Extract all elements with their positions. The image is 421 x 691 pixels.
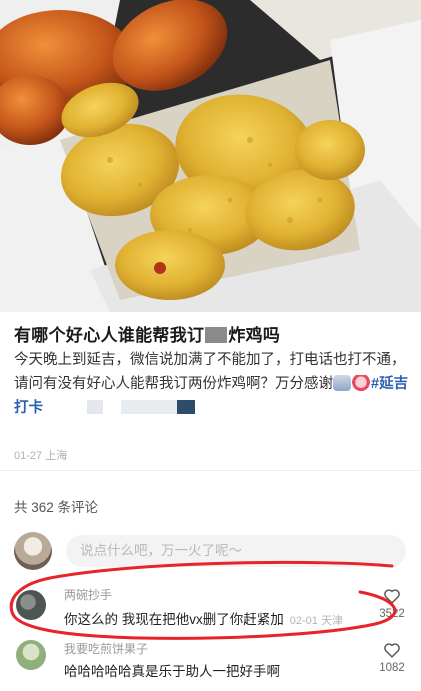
comment-avatar[interactable] [16,640,46,670]
comment-text: 哈哈哈哈哈真是乐于助人一把好手啊 [64,660,280,680]
post-date-location: 01-27 上海 [14,450,68,462]
post-title: 有哪个好心人谁能帮我订 炸鸡吗 [14,321,280,346]
emoji-icon [333,375,351,391]
comment-body: 哈哈哈哈哈真是乐于助人一把好手啊 [64,664,280,679]
comment-time: 02-01 天津 [289,615,343,627]
comment-input[interactable]: 说点什么吧，万一火了呢～ [66,535,406,567]
like-button[interactable]: 1082 [377,642,407,674]
redacted-mark [205,327,228,343]
emoji-icon [352,375,370,391]
blurred-region [177,400,195,414]
like-button[interactable]: 3522 [377,588,407,620]
post-body: 今天晚上到延吉，微信说加满了不能加了，打电话也打不通，请问有没有好心人能帮我订两… [14,348,409,420]
like-count: 1082 [379,662,405,674]
comment-username[interactable]: 两碗抄手 [64,586,112,603]
my-avatar [14,532,52,570]
comment-item: 我要吃煎饼果子 哈哈哈哈哈真是乐于助人一把好手啊 1082 [14,640,409,691]
comment-text: 你这么的 我现在把他vx删了你赶紧加 02-01 天津 [64,608,343,628]
blurred-region [121,400,177,414]
heart-outline-icon [384,589,400,604]
blurred-region [87,400,103,414]
post-photo[interactable] [0,0,421,312]
comment-count: 共 362 条评论 [14,500,99,515]
divider [0,470,421,471]
heart-outline-icon [384,643,400,658]
post-title-start: 有哪个好心人谁能帮我订 [14,326,205,345]
like-count: 3522 [379,608,405,620]
comment-body: 你这么的 我现在把他vx删了你赶紧加 [64,612,284,627]
comment-username[interactable]: 我要吃煎饼果子 [64,640,148,657]
post-title-end: 炸鸡吗 [228,326,281,345]
comment-avatar[interactable] [16,590,46,620]
comment-item: 两碗抄手 你这么的 我现在把他vx删了你赶紧加 02-01 天津 3522 [14,586,409,638]
